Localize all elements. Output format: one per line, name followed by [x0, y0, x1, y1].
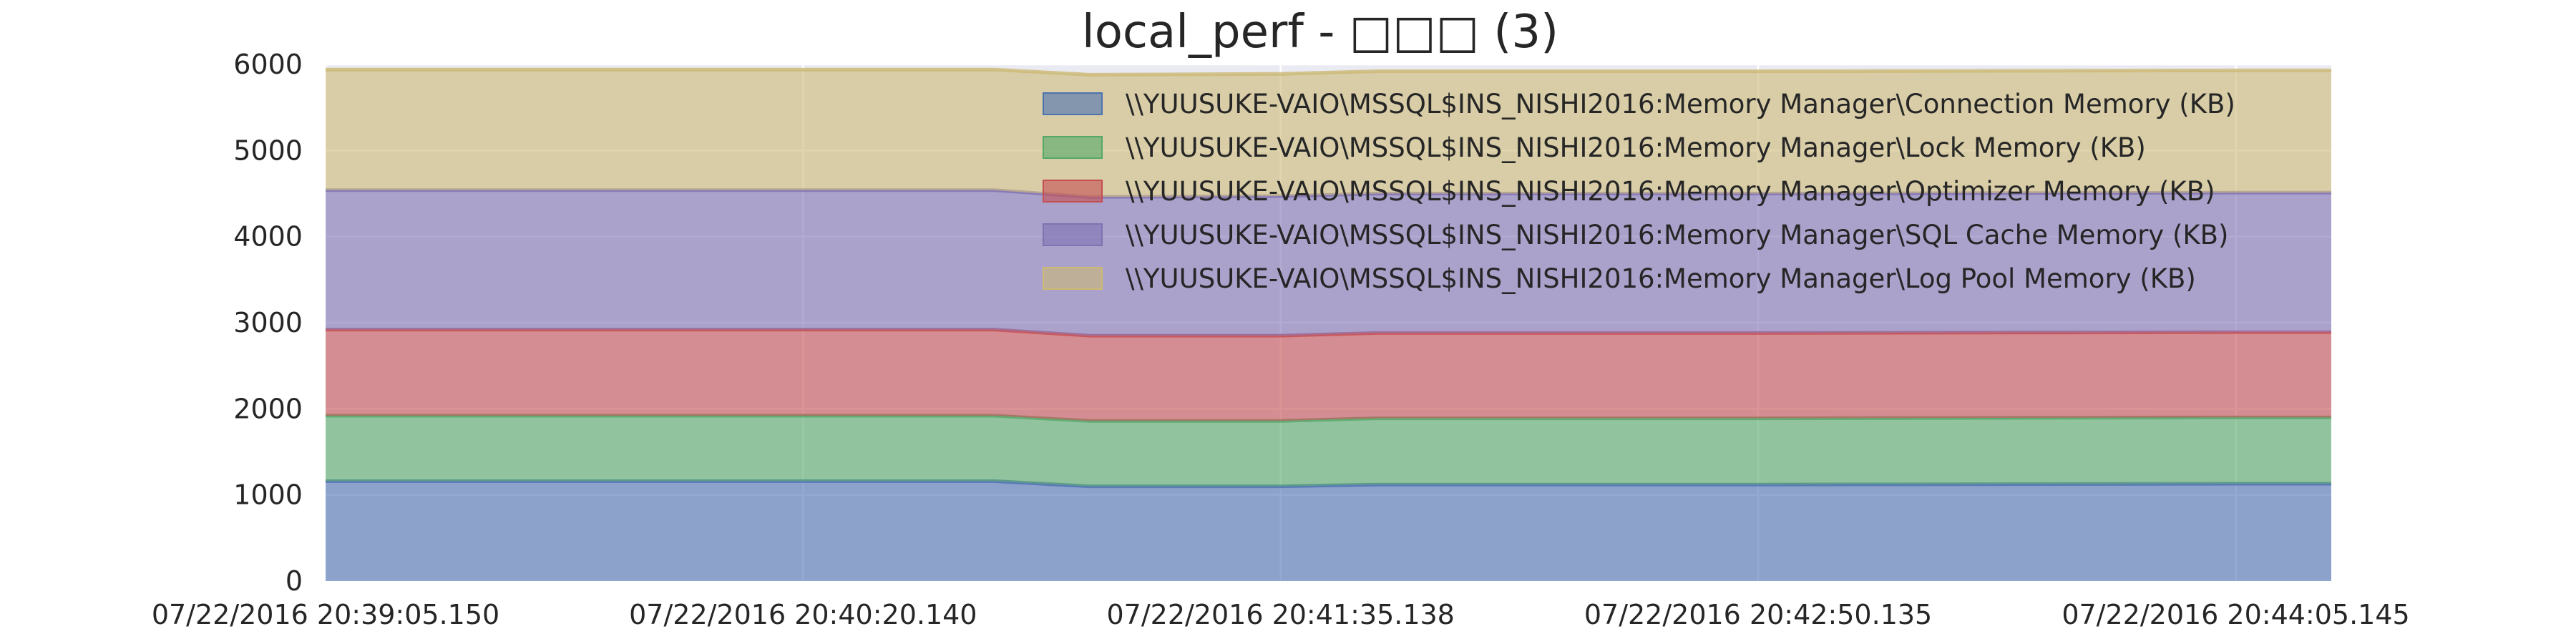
area-series-2 [326, 416, 2331, 487]
y-tick-label: 1000 [233, 479, 303, 511]
legend-swatch-5 [1043, 267, 1103, 290]
chart-title: local_perf - □□□ (3) [1082, 6, 1558, 59]
area-series-3 [326, 329, 2331, 421]
x-tick-label: 07/22/2016 20:44:05.145 [2062, 599, 2409, 630]
legend-swatch-3 [1043, 180, 1103, 203]
area-series-1 [326, 481, 2331, 581]
x-tick-labels: 07/22/2016 20:39:05.150 07/22/2016 20:40:… [152, 599, 2410, 630]
x-tick-label: 07/22/2016 20:40:20.140 [629, 599, 977, 630]
legend-swatch-4 [1043, 223, 1103, 246]
legend-swatch-1 [1043, 92, 1103, 115]
x-tick-label: 07/22/2016 20:39:05.150 [152, 599, 499, 630]
y-tick-label: 0 [286, 565, 303, 597]
y-tick-label: 4000 [233, 221, 303, 253]
legend-label-2: \\YUUSUKE-VAIO\MSSQL$INS_NISHI2016:Memor… [1126, 132, 2146, 163]
legend-label-1: \\YUUSUKE-VAIO\MSSQL$INS_NISHI2016:Memor… [1126, 89, 2235, 119]
x-tick-label: 07/22/2016 20:41:35.138 [1106, 599, 1454, 630]
y-tick-label: 6000 [233, 49, 303, 80]
y-tick-labels: 0 1000 2000 3000 4000 5000 6000 [233, 49, 303, 597]
legend-label-5: \\YUUSUKE-VAIO\MSSQL$INS_NISHI2016:Memor… [1126, 263, 2196, 294]
y-tick-label: 3000 [233, 307, 303, 338]
y-tick-label: 2000 [233, 393, 303, 424]
legend-swatch-2 [1043, 136, 1103, 159]
x-tick-label: 07/22/2016 20:42:50.135 [1584, 599, 1932, 630]
chart: 0 1000 2000 3000 4000 5000 6000 07/22/2016 20:… [152, 6, 2410, 630]
legend-label-3: \\YUUSUKE-VAIO\MSSQL$INS_NISHI2016:Memor… [1126, 176, 2215, 207]
legend-label-4: \\YUUSUKE-VAIO\MSSQL$INS_NISHI2016:Memor… [1126, 220, 2228, 250]
y-tick-label: 5000 [233, 135, 303, 166]
